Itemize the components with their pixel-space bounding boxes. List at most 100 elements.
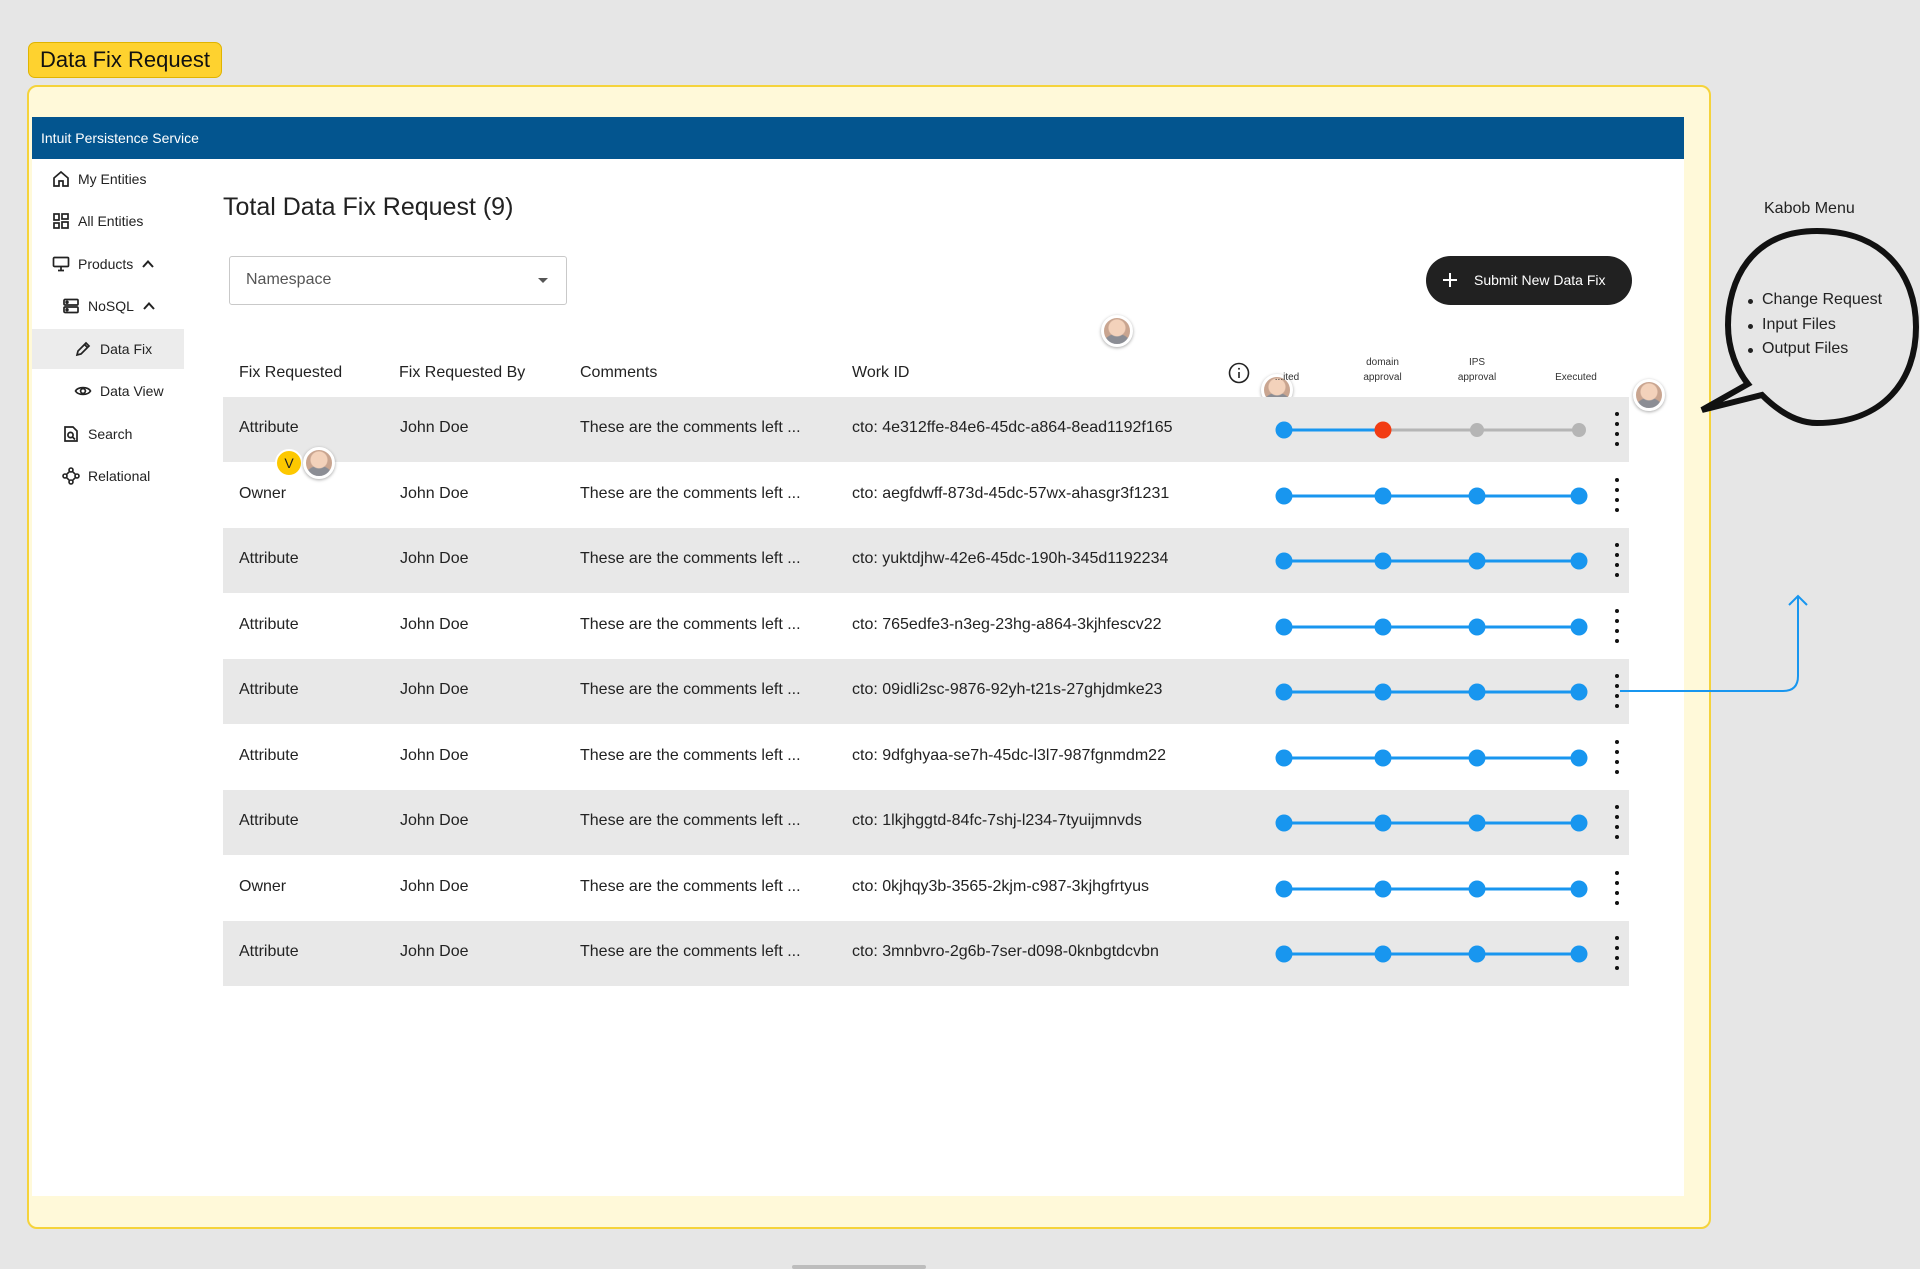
- stepper-dot-done: [1374, 683, 1392, 701]
- cell-comments: These are the comments left ...: [580, 812, 801, 829]
- cell-work-id: cto: 3mnbvro-2g6b-7ser-d098-0knbgtdcvbn: [852, 943, 1159, 960]
- submit-button-label: Submit New Data Fix: [1474, 272, 1606, 288]
- sidebar-item-all-entities[interactable]: All Entities: [52, 201, 204, 241]
- table-row[interactable]: Attribute John Doe These are the comments …: [223, 528, 1629, 593]
- table-row[interactable]: Attribute John Doe These are the comments …: [223, 659, 1629, 724]
- stepper-dot-done: [1275, 749, 1293, 766]
- sidebar-item-nosql[interactable]: NoSQL: [62, 286, 214, 326]
- info-icon[interactable]: [1228, 362, 1250, 384]
- table-row[interactable]: Attribute John Doe These are the comments …: [223, 397, 1629, 462]
- annotation-title: Kabob Menu: [1764, 200, 1855, 217]
- collaborator-avatar: [1633, 379, 1665, 411]
- step-header-ips-approval: IPS approval: [1457, 357, 1497, 383]
- column-header-work-id[interactable]: Work ID: [852, 364, 909, 382]
- stepper-dot-done: [1468, 880, 1486, 897]
- approval-stepper: [1275, 945, 1588, 963]
- sidebar-item-data-view[interactable]: Data View: [74, 371, 226, 411]
- kebab-menu-icon[interactable]: [1615, 543, 1619, 583]
- namespace-select[interactable]: Namespace: [229, 256, 567, 305]
- stepper-dot-done: [1275, 421, 1293, 439]
- stepper-dot-done: [1570, 945, 1588, 963]
- approval-stepper: [1275, 880, 1588, 897]
- stepper-dot-done: [1468, 487, 1486, 504]
- stepper-dot-done: [1275, 683, 1293, 701]
- column-header-fix-requested[interactable]: Fix Requested: [239, 364, 342, 382]
- cell-work-id: cto: 0kjhqy3b-3565-2kjm-c987-3kjhgfrtyus: [852, 877, 1150, 895]
- stepper-dot-done: [1468, 945, 1486, 963]
- sidebar-item-label: My Entities: [78, 171, 147, 187]
- cell-comments: These are the comments left ...: [580, 681, 801, 698]
- submit-new-data-fix-button[interactable]: Submit New Data Fix: [1426, 256, 1632, 305]
- kebab-menu-icon[interactable]: [1615, 936, 1619, 976]
- stepper-dot-done: [1374, 749, 1392, 766]
- stepper-dot-done: [1468, 683, 1486, 701]
- stepper-dot-done: [1275, 880, 1293, 897]
- sidebar-item-label: Search: [88, 426, 133, 442]
- stepper-dot-done: [1374, 880, 1392, 897]
- kebab-menu-icon[interactable]: [1615, 805, 1619, 845]
- sidebar-item-search[interactable]: Search: [62, 414, 214, 454]
- cell-comments: These are the comments left ...: [580, 943, 801, 960]
- stepper-dot-done: [1468, 814, 1486, 832]
- cell-comments: These are the comments left ...: [580, 550, 801, 567]
- approval-stepper: [1275, 749, 1588, 766]
- cell-fix-requested: Attribute: [239, 550, 299, 567]
- stepper-dot-done: [1374, 945, 1392, 963]
- collaborator-avatar: [1101, 315, 1133, 347]
- grid-icon: [53, 213, 69, 229]
- sidebar-item-my-entities[interactable]: My Entities: [52, 159, 204, 199]
- chevron-up-icon[interactable]: [142, 299, 156, 313]
- sidebar-item-relational[interactable]: Relational: [62, 456, 214, 496]
- stepper-dot-done: [1275, 487, 1293, 504]
- plus-icon: [1443, 273, 1457, 287]
- table-row[interactable]: Attribute John Doe These are the comments …: [223, 725, 1629, 790]
- stepper-dot-done: [1374, 814, 1392, 832]
- kabob-option-change-request: Change Request: [1748, 291, 1882, 316]
- stepper-dot-done: [1570, 487, 1588, 504]
- column-header-comments[interactable]: Comments: [580, 364, 657, 382]
- sidebar-item-products[interactable]: Products: [52, 244, 204, 284]
- step-header-domain-approval: domain approval: [1363, 357, 1402, 383]
- annotation-arrow: [1620, 594, 1808, 692]
- cell-work-id: cto: yuktdjhw-42e6-45dc-190h-345d1192234: [852, 550, 1169, 567]
- canvas-scroll-indicator[interactable]: [792, 1265, 926, 1269]
- stepper-dot-done: [1570, 814, 1588, 832]
- cell-work-id: cto: 09idli2sc-9876-92yh-t21s-27ghjdmke2…: [852, 681, 1163, 698]
- table-row[interactable]: Attribute John Doe These are the comments …: [223, 594, 1629, 659]
- frame-label: Data Fix Request: [28, 42, 222, 78]
- cell-work-id: cto: 4e312ffe-84e6-45dc-a864-8ead1192f16…: [852, 419, 1173, 436]
- table-row[interactable]: Attribute John Doe These are the comments …: [223, 790, 1629, 855]
- sidebar: My Entities All Entities Products NoSQL …: [32, 159, 184, 1196]
- step-header-executed: Executed: [1555, 372, 1597, 383]
- cell-fix-requested-by: John Doe: [400, 484, 469, 502]
- cell-work-id: cto: 765edfe3-n3eg-23hg-a864-3kjhfescv22: [852, 615, 1162, 633]
- cell-fix-requested: Attribute: [239, 615, 299, 633]
- table-row[interactable]: Owner John Doe These are the comments left…: [223, 463, 1629, 528]
- cell-fix-requested-by: John Doe: [400, 943, 469, 960]
- chevron-up-icon[interactable]: [141, 257, 155, 271]
- stepper-dot-done: [1570, 552, 1588, 570]
- stepper-dot-rejected: [1374, 421, 1392, 439]
- collaborator-badge: V: [275, 449, 303, 477]
- cell-fix-requested-by: John Doe: [400, 550, 469, 567]
- kebab-menu-icon[interactable]: [1615, 739, 1619, 780]
- home-icon: [53, 170, 69, 187]
- stepper-dot-done: [1468, 749, 1486, 766]
- stepper-dot-done: [1275, 552, 1293, 570]
- kebab-menu-icon[interactable]: [1615, 870, 1619, 911]
- kebab-menu-icon[interactable]: [1615, 477, 1619, 518]
- server-icon: [63, 298, 79, 314]
- sidebar-item-data-fix[interactable]: Data Fix: [32, 329, 184, 369]
- stepper-dot-done: [1570, 618, 1588, 635]
- approval-stepper: [1275, 814, 1588, 832]
- search-icon: [64, 426, 78, 442]
- sidebar-item-label: Relational: [88, 468, 151, 484]
- table-row[interactable]: Attribute John Doe These are the comments …: [223, 921, 1629, 986]
- sidebar-item-label: NoSQL: [88, 298, 134, 314]
- cell-fix-requested: Owner: [239, 877, 287, 895]
- cell-fix-requested: Attribute: [239, 746, 299, 764]
- app-title: Intuit Persistence Service: [41, 130, 199, 146]
- kebab-menu-icon[interactable]: [1615, 412, 1619, 452]
- column-header-fix-requested-by[interactable]: Fix Requested By: [399, 364, 525, 382]
- table-row[interactable]: Owner John Doe These are the comments left…: [223, 856, 1629, 921]
